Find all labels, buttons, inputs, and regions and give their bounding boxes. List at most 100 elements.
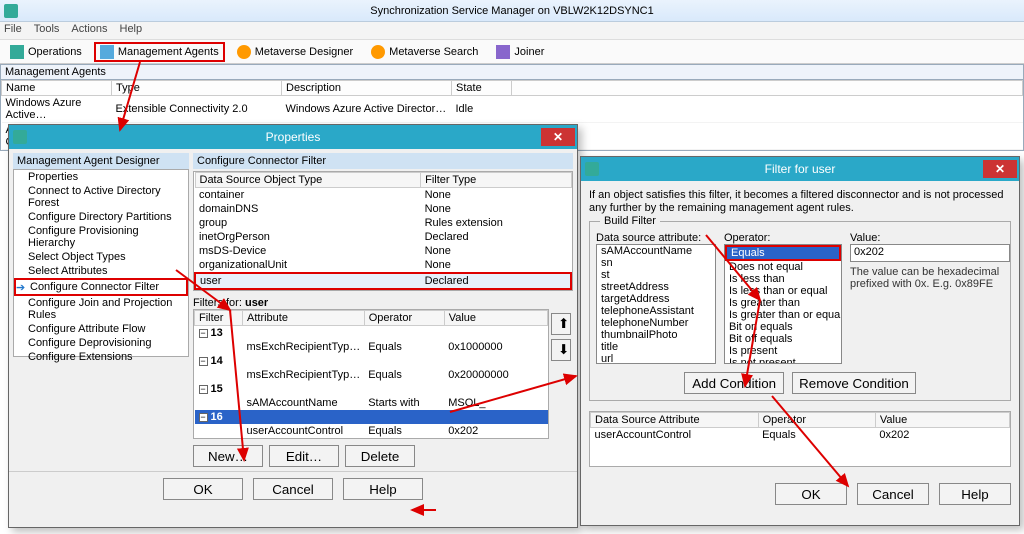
- add-condition-button[interactable]: Add Condition: [684, 372, 784, 394]
- obj-row[interactable]: organizationalUnitNone: [195, 258, 571, 273]
- window-title: Synchronization Service Manager on VBLW2…: [370, 5, 654, 17]
- cancel-button[interactable]: Cancel: [857, 483, 929, 505]
- hex-note: The value can be hexadecimal prefixed wi…: [850, 266, 1020, 290]
- side-item-extensions[interactable]: Configure Extensions: [14, 350, 188, 364]
- obj-col-type[interactable]: Data Source Object Type: [195, 173, 421, 188]
- joiner-icon: [496, 45, 510, 59]
- filter-group[interactable]: −15: [195, 382, 548, 396]
- close-icon[interactable]: ✕: [983, 160, 1017, 178]
- condition-table: Data Source Attribute Operator Value use…: [589, 411, 1011, 467]
- properties-dialog: Properties ✕ Management Agent Designer P…: [8, 124, 578, 528]
- operator-listbox[interactable]: Equals Does not equal Is less than Is le…: [724, 244, 842, 364]
- ma-col-state[interactable]: State: [452, 81, 512, 96]
- menu-actions[interactable]: Actions: [71, 23, 107, 38]
- filters-for-value: user: [245, 297, 268, 309]
- agents-icon: [100, 45, 114, 59]
- filter-titlebar[interactable]: Filter for user ✕: [581, 157, 1019, 181]
- titlebar: Synchronization Service Manager on VBLW2…: [0, 0, 1024, 22]
- filt-col-op[interactable]: Operator: [364, 311, 444, 326]
- side-item-connector-filter[interactable]: Configure Connector Filter: [14, 278, 188, 296]
- filter-title: Filter for user: [765, 162, 836, 176]
- side-item-connect-forest[interactable]: Connect to Active Directory Forest: [14, 184, 188, 210]
- filter-group-selected[interactable]: −16: [195, 410, 548, 424]
- side-item-prov-hierarchy[interactable]: Configure Provisioning Hierarchy: [14, 224, 188, 250]
- build-filter-group: Build Filter Data source attribute: sAMA…: [589, 221, 1011, 401]
- obj-col-filter[interactable]: Filter Type: [421, 173, 571, 188]
- value-input[interactable]: 0x202: [850, 244, 1010, 262]
- edit-button[interactable]: Edit…: [269, 445, 339, 467]
- toolbar-joiner[interactable]: Joiner: [490, 43, 550, 61]
- cond-col-op[interactable]: Operator: [758, 413, 875, 428]
- filt-col-val[interactable]: Value: [444, 311, 547, 326]
- build-filter-label: Build Filter: [600, 215, 660, 227]
- side-item-object-types[interactable]: Select Object Types: [14, 250, 188, 264]
- side-item-attributes[interactable]: Select Attributes: [14, 264, 188, 278]
- side-item-deprovisioning[interactable]: Configure Deprovisioning: [14, 336, 188, 350]
- filter-row[interactable]: sAMAccountNameStarts withMSOL_: [195, 396, 548, 410]
- delete-button[interactable]: Delete: [345, 445, 415, 467]
- obj-row[interactable]: inetOrgPersonDeclared: [195, 230, 571, 244]
- filter-dialog: Filter for user ✕ If an object satisfies…: [580, 156, 1020, 526]
- help-button[interactable]: Help: [939, 483, 1011, 505]
- object-type-table: Data Source Object TypeFilter Type conta…: [193, 171, 573, 291]
- move-up-button[interactable]: ⬆: [551, 313, 571, 335]
- obj-row[interactable]: msDS-DeviceNone: [195, 244, 571, 258]
- close-icon[interactable]: ✕: [541, 128, 575, 146]
- ok-button[interactable]: OK: [775, 483, 847, 505]
- obj-row-user[interactable]: userDeclared: [195, 273, 571, 289]
- cond-row[interactable]: userAccountControlEquals0x202: [591, 428, 1010, 443]
- side-item-join-projection[interactable]: Configure Join and Projection Rules: [14, 296, 188, 322]
- filter-row[interactable]: userAccountControlEquals0x202: [195, 424, 548, 438]
- side-header: Management Agent Designer: [13, 153, 189, 169]
- toolbar-management-agents[interactable]: Management Agents: [94, 42, 225, 62]
- op-label: Operator:: [724, 232, 842, 244]
- filter-intro: If an object satisfies this filter, it b…: [589, 189, 1011, 215]
- filters-table: Filter Attribute Operator Value −13 msEx…: [193, 309, 549, 439]
- mv-search-icon: [371, 45, 385, 59]
- properties-title: Properties: [266, 130, 321, 144]
- side-item-dir-partitions[interactable]: Configure Directory Partitions: [14, 210, 188, 224]
- toolbar: Operations Management Agents Metaverse D…: [0, 40, 1024, 64]
- ma-col-type[interactable]: Type: [112, 81, 282, 96]
- ma-section-header: Management Agents: [0, 64, 1024, 80]
- op-selected: Equals: [725, 245, 841, 261]
- ma-row[interactable]: Windows Azure Active…Extensible Connecti…: [2, 96, 1023, 123]
- filter-group[interactable]: −13: [195, 326, 548, 341]
- obj-row[interactable]: groupRules extension: [195, 216, 571, 230]
- val-label: Value:: [850, 232, 1020, 244]
- toolbar-mv-designer[interactable]: Metaverse Designer: [231, 43, 359, 61]
- menu-help[interactable]: Help: [120, 23, 143, 38]
- menu-tools[interactable]: Tools: [34, 23, 60, 38]
- main-header: Configure Connector Filter: [193, 153, 573, 169]
- cond-col-attr[interactable]: Data Source Attribute: [591, 413, 759, 428]
- cancel-button[interactable]: Cancel: [253, 478, 333, 500]
- menubar: File Tools Actions Help: [0, 22, 1024, 40]
- mv-designer-icon: [237, 45, 251, 59]
- app-icon: [4, 4, 18, 18]
- ma-col-desc[interactable]: Description: [282, 81, 452, 96]
- filter-group[interactable]: −14: [195, 354, 548, 368]
- side-item-attr-flow[interactable]: Configure Attribute Flow: [14, 322, 188, 336]
- ma-col-name[interactable]: Name: [2, 81, 112, 96]
- ok-button[interactable]: OK: [163, 478, 243, 500]
- dialog-icon: [13, 130, 27, 144]
- operations-icon: [10, 45, 24, 59]
- properties-titlebar[interactable]: Properties ✕: [9, 125, 577, 149]
- side-item-properties[interactable]: Properties: [14, 170, 188, 184]
- menu-file[interactable]: File: [4, 23, 22, 38]
- obj-row[interactable]: containerNone: [195, 188, 571, 203]
- help-button[interactable]: Help: [343, 478, 423, 500]
- toolbar-mv-search[interactable]: Metaverse Search: [365, 43, 484, 61]
- filter-row[interactable]: msExchRecipientTyp…Equals0x1000000: [195, 340, 548, 354]
- dsa-listbox[interactable]: sAMAccountName sn st streetAddress targe…: [596, 244, 716, 364]
- filt-col-attr[interactable]: Attribute: [243, 311, 365, 326]
- toolbar-operations[interactable]: Operations: [4, 43, 88, 61]
- remove-condition-button[interactable]: Remove Condition: [792, 372, 916, 394]
- filt-col-filter[interactable]: Filter: [195, 311, 243, 326]
- cond-col-val[interactable]: Value: [875, 413, 1009, 428]
- dialog-icon: [585, 162, 599, 176]
- filter-row[interactable]: msExchRecipientTyp…Equals0x20000000: [195, 368, 548, 382]
- obj-row[interactable]: domainDNSNone: [195, 202, 571, 216]
- new-button[interactable]: New…: [193, 445, 263, 467]
- move-down-button[interactable]: ⬇: [551, 339, 571, 361]
